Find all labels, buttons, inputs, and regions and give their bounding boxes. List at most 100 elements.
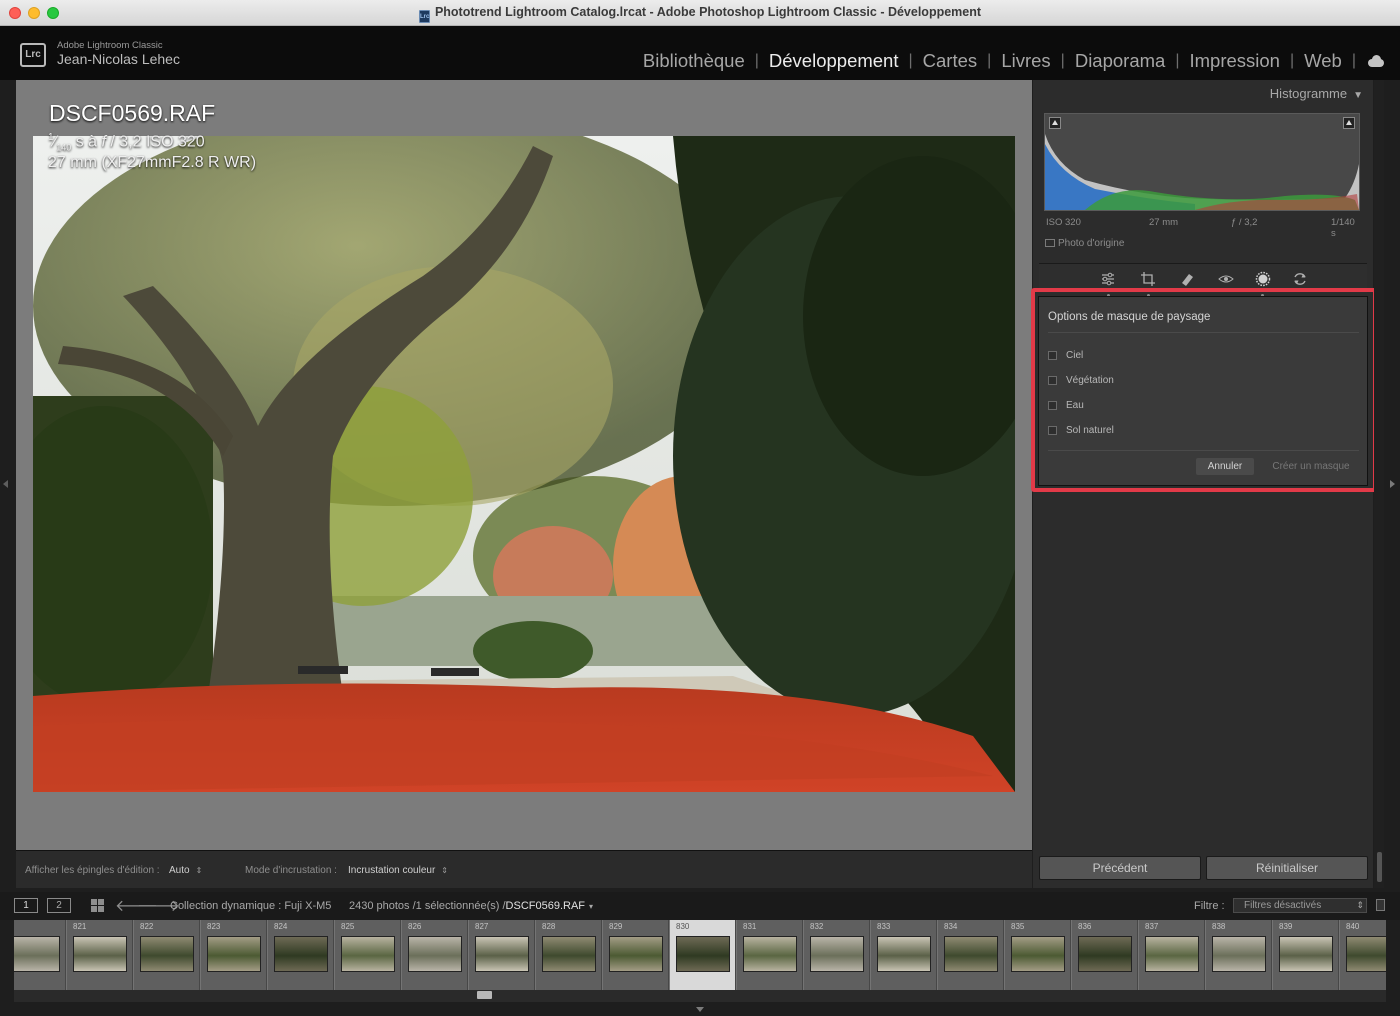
filmstrip-thumbnail[interactable]: 834 [938, 920, 1004, 990]
sky-checkbox[interactable] [1048, 350, 1057, 360]
filmstrip-thumbnail[interactable]: 840 [1340, 920, 1386, 990]
filmstrip-thumbnail[interactable]: 836 [1072, 920, 1138, 990]
pins-select[interactable]: Auto ⇕ [169, 865, 202, 876]
filmstrip-thumbnail[interactable]: 825 [335, 920, 401, 990]
option-label: Végétation [1066, 374, 1114, 386]
histogram-header[interactable]: Histogramme ▼ [1270, 86, 1363, 101]
thumbnail-number: 821 [73, 922, 87, 931]
overlay-mode-value: Incrustation couleur [348, 865, 436, 876]
module-map[interactable]: Cartes [913, 50, 988, 72]
photo-preview[interactable] [33, 136, 1015, 792]
filmstrip-thumbnail[interactable]: 826 [402, 920, 468, 990]
module-picker-bar: Lrc Adobe Lightroom Classic Jean-Nicolas… [0, 26, 1400, 80]
left-panel-toggle-icon[interactable] [3, 480, 8, 488]
scrollbar-thumb[interactable] [1377, 852, 1382, 882]
shadow-clipping-icon[interactable] [1049, 117, 1061, 129]
filmstrip-thumbnail[interactable]: 831 [737, 920, 803, 990]
filmstrip-thumbnail[interactable]: 0 [14, 920, 66, 990]
bottom-panel-toggle-icon[interactable] [696, 1007, 704, 1012]
natural-ground-checkbox[interactable] [1048, 425, 1057, 435]
filmstrip-thumbnail[interactable]: 824 [268, 920, 334, 990]
red-eye-icon[interactable] [1218, 271, 1234, 287]
histogram[interactable] [1044, 113, 1360, 211]
right-panel-toggle-icon[interactable] [1390, 480, 1395, 488]
filmstrip-thumbnail[interactable]: 823 [201, 920, 267, 990]
previous-button[interactable]: Précédent [1039, 856, 1201, 880]
develop-toolbar: Afficher les épingles d'édition : Auto ⇕ … [16, 850, 1032, 888]
original-photo-checkbox[interactable] [1045, 239, 1055, 247]
edit-sliders-icon[interactable] [1100, 271, 1116, 287]
filter-lock-icon[interactable] [1376, 899, 1385, 911]
option-label: Eau [1066, 399, 1084, 411]
module-slideshow[interactable]: Diaporama [1065, 50, 1176, 72]
thumbnail-image [676, 936, 730, 972]
filmstrip[interactable]: 0 821 822 823 824 825 826 827 828 829 830 831 832 833… [14, 920, 1386, 990]
filmstrip-thumbnail[interactable]: 830 [670, 920, 736, 990]
masking-icon[interactable] [1255, 271, 1271, 287]
filmstrip-count[interactable]: 2430 photos /1 sélectionnée(s) /DSCF0569… [349, 900, 593, 912]
thumbnail-image [944, 936, 998, 972]
filmstrip-thumbnail[interactable]: 835 [1005, 920, 1071, 990]
option-vegetation[interactable]: Végétation [1048, 373, 1114, 387]
filmstrip-source[interactable]: Collection dynamique : Fuji X-M5 [170, 900, 331, 912]
module-web[interactable]: Web [1294, 50, 1352, 72]
option-natural-ground[interactable]: Sol naturel [1048, 423, 1114, 437]
crop-icon[interactable] [1140, 271, 1156, 287]
filmstrip-thumbnail[interactable]: 837 [1139, 920, 1205, 990]
module-develop[interactable]: Développement [759, 50, 909, 72]
option-sky[interactable]: Ciel [1048, 348, 1083, 362]
vegetation-checkbox[interactable] [1048, 375, 1057, 385]
cloud-sync-icon[interactable] [1366, 54, 1386, 68]
thumbnail-image [207, 936, 261, 972]
filmstrip-thumbnail[interactable]: 827 [469, 920, 535, 990]
lightroom-window: Lrc Phototrend Lightroom Catalog.lrcat - … [0, 0, 1400, 1016]
create-mask-button[interactable]: Créer un masque [1267, 458, 1355, 475]
filmstrip-thumbnail[interactable]: 828 [536, 920, 602, 990]
second-screen-button[interactable]: 2 [47, 898, 71, 913]
lrc-logo: Lrc [20, 43, 46, 67]
filmstrip-toolbar: 1 2 🡐 🡒 Collection dynamique : Fuji X-M5… [0, 892, 1400, 920]
reset-icon[interactable] [1292, 271, 1308, 287]
filmstrip-scroll-thumb[interactable] [477, 991, 492, 999]
filmstrip-thumbnail[interactable]: 821 [67, 920, 133, 990]
aperture-iso: / 3,2 ISO 320 [105, 133, 205, 151]
chevron-down-icon: ▾ [589, 902, 594, 911]
filmstrip-thumbnail[interactable]: 838 [1206, 920, 1272, 990]
filmstrip-thumbnail[interactable]: 833 [871, 920, 937, 990]
original-photo-toggle[interactable]: Photo d'origine [1045, 238, 1124, 249]
window-title-wrap: Lrc Phototrend Lightroom Catalog.lrcat - … [0, 5, 1400, 23]
module-print[interactable]: Impression [1179, 50, 1289, 72]
thumbnail-image [1011, 936, 1065, 972]
filmstrip-thumbnail[interactable]: 822 [134, 920, 200, 990]
thumbnail-number: 823 [207, 922, 221, 931]
filmstrip-thumbnail[interactable]: 829 [603, 920, 669, 990]
pins-label: Afficher les épingles d'édition : [25, 865, 160, 876]
filmstrip-thumbnail[interactable]: 832 [804, 920, 870, 990]
module-library[interactable]: Bibliothèque [633, 50, 755, 72]
filter-select[interactable]: Filtres désactivés [1233, 898, 1367, 913]
highlight-clipping-icon[interactable] [1343, 117, 1355, 129]
main-image-view[interactable]: DSCF0569.RAF 1⁄140 s à f / 3,2 ISO 320 2… [16, 80, 1032, 850]
main-screen-button[interactable]: 1 [14, 898, 38, 913]
thumbnail-image [1279, 936, 1333, 972]
healing-icon[interactable] [1179, 271, 1195, 287]
filmstrip-scrollbar[interactable] [14, 990, 1386, 1002]
develop-tool-strip [1039, 263, 1367, 297]
right-panel-scrollbar[interactable] [1374, 80, 1384, 888]
thumbnail-image [14, 936, 60, 972]
thumbnail-image [408, 936, 462, 972]
thumbnail-number: 824 [274, 922, 288, 931]
histogram-shutter: 1/140 s [1331, 217, 1355, 239]
cancel-button[interactable]: Annuler [1196, 458, 1254, 475]
thumbnail-number: 822 [140, 922, 154, 931]
photo-count: 2430 photos /1 sélectionnée(s) / [349, 900, 506, 912]
module-book[interactable]: Livres [991, 50, 1060, 72]
option-water[interactable]: Eau [1048, 398, 1084, 412]
overlay-mode-select[interactable]: Incrustation couleur ⇕ [348, 865, 448, 876]
grid-view-icon[interactable] [91, 899, 104, 912]
water-checkbox[interactable] [1048, 400, 1057, 410]
thumbnail-number: 835 [1011, 922, 1025, 931]
option-label: Ciel [1066, 349, 1084, 361]
filmstrip-thumbnail[interactable]: 839 [1273, 920, 1339, 990]
reset-button[interactable]: Réinitialiser [1206, 856, 1368, 880]
